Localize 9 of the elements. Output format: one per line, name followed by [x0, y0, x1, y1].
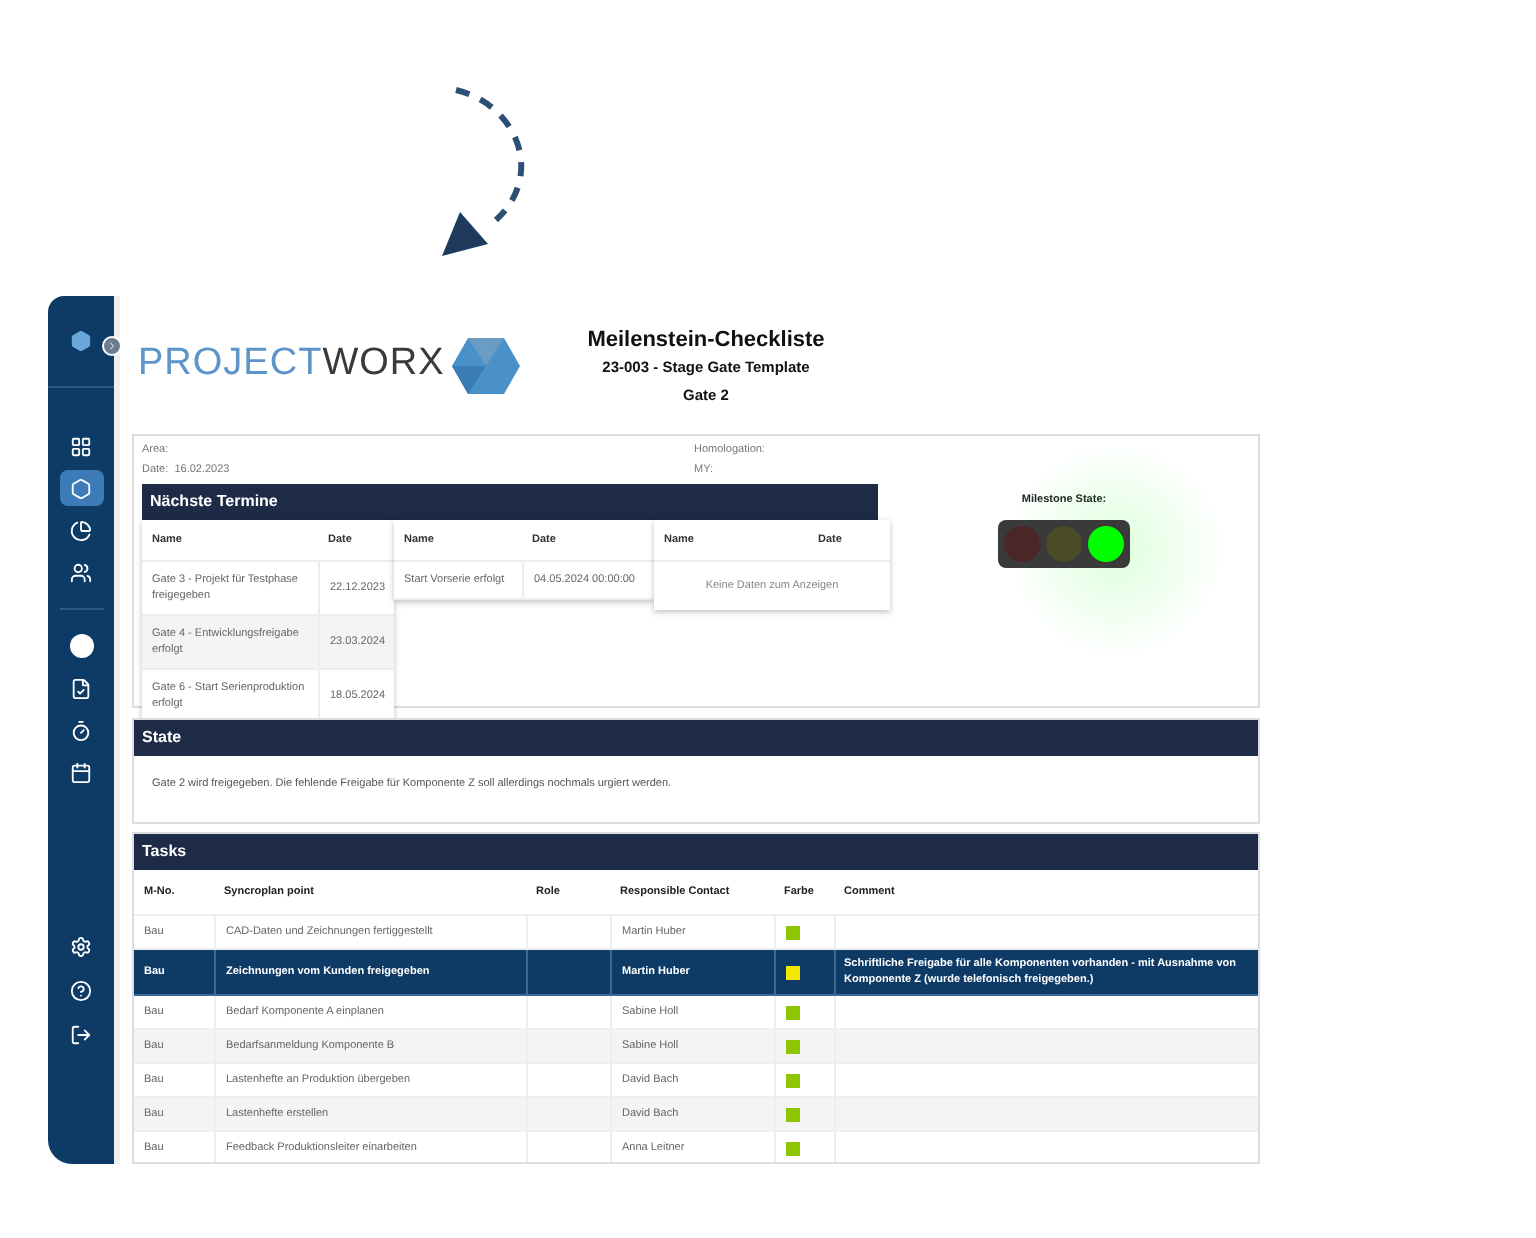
collapse-button[interactable] [102, 336, 122, 356]
logo-icon [70, 330, 92, 352]
chevron-right-icon [106, 340, 118, 352]
section-header: State [134, 720, 1258, 756]
section-header: Tasks [134, 834, 1258, 870]
page-title: Meilenstein-Checkliste [587, 325, 825, 355]
logo-text: PROJECTWORX [138, 340, 445, 389]
logo-icon [452, 335, 521, 395]
section-header: Nächste Termine [142, 483, 878, 519]
